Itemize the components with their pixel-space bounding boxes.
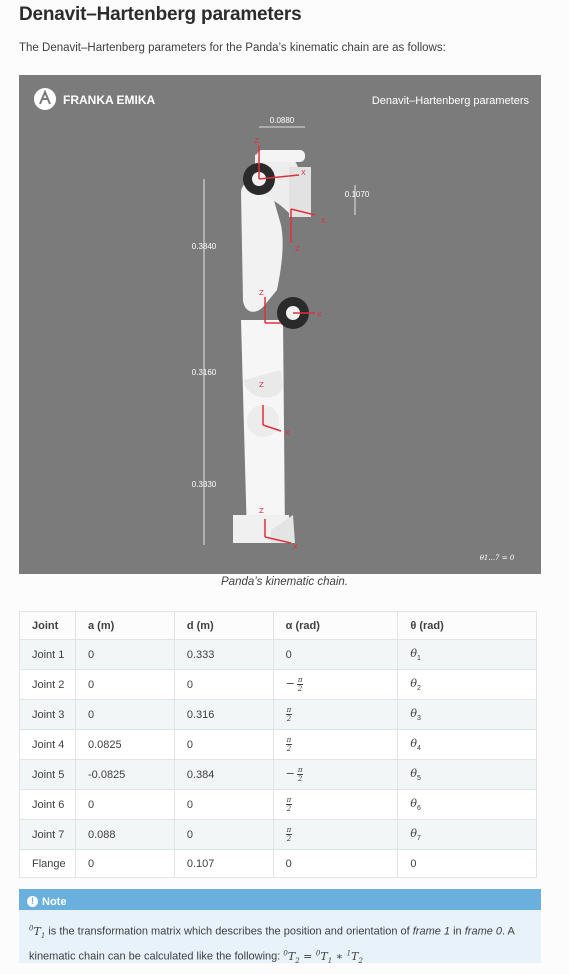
kinematic-chain-figure: FRANKA EMIKA Denavit–Hartenberg paramete…: [19, 75, 541, 574]
svg-text:Z: Z: [254, 137, 259, 145]
table-body: Joint 1 0 0.333 0 θ1 Joint 2 0 0− π 2 θ2 Joint 3 0 0.…: [19, 639, 537, 878]
table-row: Joint 6 0 0 π 2 θ6: [19, 789, 537, 820]
cell-a: -0.0825: [74, 759, 175, 790]
svg-text:X: X: [285, 429, 290, 437]
cell-joint: Joint 1: [19, 639, 76, 670]
svg-text:Z: Z: [259, 381, 264, 389]
cell-a: 0.088: [74, 819, 175, 850]
cell-theta: θ2: [397, 669, 537, 700]
figure-title: Denavit–Hartenberg parameters: [372, 95, 530, 107]
cell-alpha: π2: [272, 699, 399, 730]
cell-theta: 0: [397, 849, 537, 878]
table-row: Joint 1 0 0.333 0 θ1: [19, 639, 537, 670]
cell-alpha: π2: [272, 819, 399, 850]
table-row: Joint 5 -0.0825 0.384− π 2 θ5: [19, 759, 537, 790]
svg-text:Z: Z: [295, 245, 300, 253]
table-row: Flange 0 0.107 0 0: [19, 849, 537, 878]
math-0T1: 0T1: [29, 924, 46, 940]
cell-d: 0.384: [173, 759, 274, 790]
svg-text:X: X: [317, 311, 322, 319]
cell-theta: θ3: [397, 699, 537, 730]
svg-text:Z: Z: [259, 289, 264, 297]
intro-paragraph: The Denavit–Hartenberg parameters for th…: [19, 42, 446, 54]
cell-joint: Joint 5: [19, 759, 76, 790]
cell-d: 0.316: [173, 699, 274, 730]
header-joint: Joint: [19, 611, 76, 640]
cell-alpha: 0: [272, 849, 399, 878]
cell-d: 0.107: [173, 849, 274, 878]
cell-theta: θ1: [397, 639, 537, 670]
cell-alpha: − π 2: [272, 669, 399, 700]
header-d: d (m): [173, 611, 274, 640]
cell-alpha: − π 2: [272, 759, 399, 790]
dim-label: 0.3160: [192, 368, 217, 377]
svg-text:X: X: [293, 543, 298, 551]
cell-theta: θ5: [397, 759, 537, 790]
cell-theta: θ4: [397, 729, 537, 760]
dh-parameters-table: Joint a (m) d (m) α (rad) θ (rad) Joint …: [19, 611, 537, 878]
dim-label: 0.3330: [192, 480, 217, 489]
page-title: Denavit–Hartenberg parameters: [19, 4, 302, 25]
svg-text:X: X: [301, 169, 306, 177]
cell-joint: Flange: [19, 849, 76, 878]
dim-label: 0.1070: [345, 190, 370, 199]
table-header-row: Joint a (m) d (m) α (rad) θ (rad): [19, 611, 537, 640]
cell-joint: Joint 4: [19, 729, 76, 760]
cell-d: 0: [173, 789, 274, 820]
theta-note: θ1...7 = 0: [480, 554, 515, 562]
dim-label: 0.3840: [192, 242, 217, 251]
cell-joint: Joint 2: [19, 669, 76, 700]
table-row: Joint 7 0.088 0 π 2 θ7: [19, 819, 537, 850]
note-admonition: ! Note 0T1 is the transformation matrix …: [19, 889, 541, 965]
header-theta: θ (rad): [397, 611, 537, 640]
cell-a: 0: [74, 789, 175, 820]
cell-alpha: π2: [272, 789, 399, 820]
cell-a: 0: [74, 699, 175, 730]
note-label: Note: [42, 895, 67, 908]
cell-joint: Joint 7: [19, 819, 76, 850]
figure-caption: Panda’s kinematic chain.: [221, 576, 348, 588]
cell-theta: θ7: [397, 819, 537, 850]
note-header: ! Note: [19, 889, 541, 910]
table-row: Joint 2 0 0− π 2 θ2: [19, 669, 537, 700]
cell-d: 0: [173, 819, 274, 850]
cell-joint: Joint 6: [19, 789, 76, 820]
header-alpha: α (rad): [272, 611, 399, 640]
table-row: Joint 3 0 0.316 π 2 θ3: [19, 699, 537, 730]
dim-label: 0.0880: [270, 116, 295, 125]
cell-theta: θ6: [397, 789, 537, 820]
cell-d: 0: [173, 729, 274, 760]
table-row: Joint 4 0.0825 0 π 2 θ4: [19, 729, 537, 760]
svg-text:Z: Z: [259, 507, 264, 515]
cell-a: 0: [74, 849, 175, 878]
cell-a: 0: [74, 639, 175, 670]
brand-text: FRANKA EMIKA: [63, 93, 156, 107]
svg-text:X: X: [321, 217, 326, 225]
cell-alpha: π2: [272, 729, 399, 760]
note-body: 0T1 is the transformation matrix which d…: [29, 924, 515, 965]
cell-a: 0: [74, 669, 175, 700]
robot-arm-shape: [233, 150, 311, 543]
header-a: a (m): [74, 611, 175, 640]
cell-d: 0.333: [173, 639, 274, 670]
cell-a: 0.0825: [74, 729, 175, 760]
math-chain-equation: 0T2 = 0T1 ∗ 1T2: [283, 948, 363, 965]
robot-diagram: FRANKA EMIKA Denavit–Hartenberg paramete…: [34, 88, 530, 562]
info-icon: !: [27, 896, 38, 907]
cell-alpha: 0: [272, 639, 399, 670]
cell-d: 0: [173, 669, 274, 700]
cell-joint: Joint 3: [19, 699, 76, 730]
